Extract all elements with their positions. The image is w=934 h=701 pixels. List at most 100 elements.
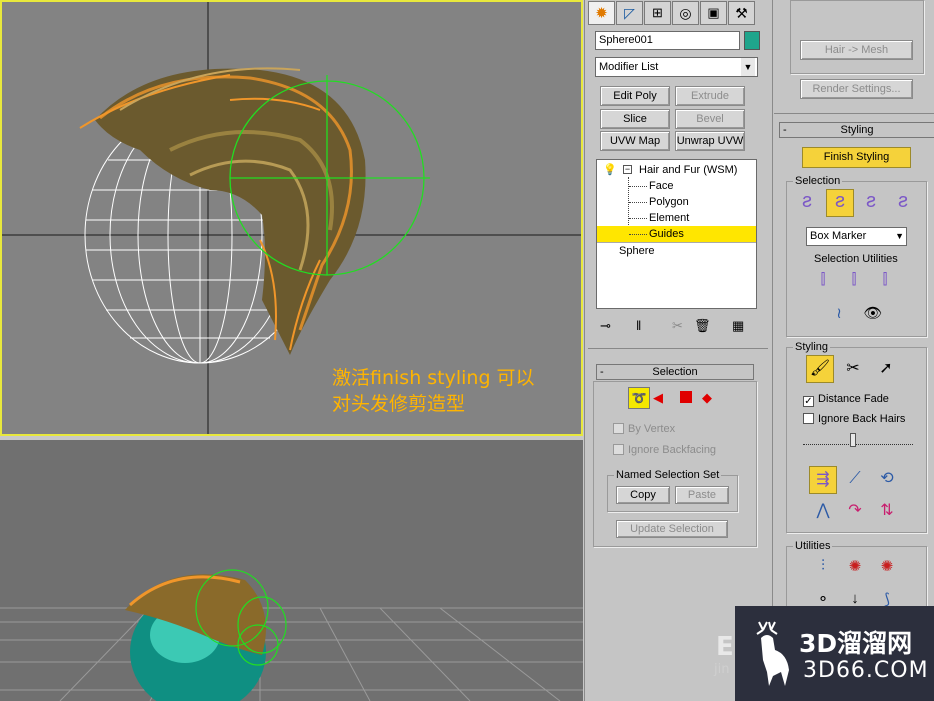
select-guide-vertices-icon[interactable]: ƨ — [857, 190, 885, 218]
hierarchy-tab[interactable]: ⊞ — [644, 1, 671, 25]
stack-subobject-label: Guides — [649, 228, 684, 240]
ignore-back-hairs-checkbox[interactable]: Ignore Back Hairs — [803, 412, 905, 426]
motion-tab[interactable]: ◎ — [672, 1, 699, 25]
update-selection-button[interactable]: Update Selection — [616, 520, 728, 538]
watermark-banner: 3D溜溜网 3D66.COM — [735, 606, 934, 701]
stack-subobject-label: Polygon — [649, 196, 689, 208]
extrude-button[interactable]: Extrude — [675, 86, 745, 106]
copy-button[interactable]: Copy — [616, 486, 670, 504]
render-settings-button[interactable]: Render Settings... — [800, 79, 913, 99]
command-panel: ✹ ◸ ⊞ ◎ ▣ ⚒ Sphere001 Modifier List ▼ Ed… — [584, 0, 772, 701]
chevron-down-icon: ▼ — [741, 58, 755, 76]
slice-button[interactable]: Slice — [600, 109, 670, 129]
edit-poly-button[interactable]: Edit Poly — [600, 86, 670, 106]
hair-mesh-group — [790, 0, 924, 74]
stack-subobject-element[interactable]: Element — [597, 210, 756, 226]
modifier-list-label: Modifier List — [599, 61, 659, 73]
select-by-end-icon[interactable]: ƨ — [793, 190, 821, 218]
unwrap-uvw-button[interactable]: Unwrap UVW — [675, 131, 745, 151]
hair-brush-icon[interactable]: 🖌 — [806, 355, 834, 383]
lightbulb-icon[interactable]: 💡 — [603, 162, 617, 178]
box-marker-label: Box Marker — [810, 230, 867, 242]
display-tab[interactable]: ▣ — [700, 1, 727, 25]
show-end-result-icon[interactable]: ‖ — [636, 318, 641, 333]
create-tab[interactable]: ✹ — [588, 1, 615, 25]
paste-button[interactable]: Paste — [675, 486, 729, 504]
styling-panel: Hair -> Mesh Render Settings... - Stylin… — [772, 0, 934, 701]
translate-hair-icon[interactable]: ⇶ — [809, 466, 837, 494]
styling-tools-label: Styling — [793, 341, 831, 353]
stack-subobject-face[interactable]: Face — [597, 178, 756, 194]
by-vertex-checkbox[interactable]: By Vertex — [613, 422, 675, 436]
pop-selected-icon[interactable]: ✺ — [841, 557, 869, 585]
create-icon: ✹ — [595, 5, 608, 22]
modify-icon: ◸ — [624, 4, 635, 21]
utilities-tab[interactable]: ⚒ — [728, 1, 755, 25]
stack-subobject-guides[interactable]: Guides — [597, 226, 756, 242]
guide-segment-select-icon[interactable]: ◀ — [653, 390, 663, 406]
guide-vertex-select-icon[interactable]: ➰ — [628, 387, 650, 409]
stack-subobject-label: Face — [649, 180, 674, 192]
guide-element-select-icon[interactable]: ◆ — [702, 390, 712, 406]
finish-styling-button[interactable]: Finish Styling — [802, 147, 911, 168]
stack-item-hair-and-fur[interactable]: 💡 − Hair and Fur (WSM) — [597, 162, 756, 178]
ignore-back-hairs-label: Ignore Back Hairs — [818, 413, 906, 425]
utilities-icon: ⚒ — [735, 4, 748, 21]
ignore-backfacing-checkbox[interactable]: Ignore Backfacing — [613, 443, 716, 457]
rotate-selection-icon[interactable]: ⫿ — [840, 271, 868, 299]
hide-selected-icon[interactable]: ≀ — [825, 304, 853, 332]
annotation-line-1: 激活finish styling 可以 — [332, 367, 535, 389]
pin-stack-icon[interactable]: ⊸ — [600, 318, 611, 334]
select-arrow-icon[interactable]: ➚ — [872, 356, 900, 384]
guide-polygon-select-icon[interactable] — [680, 391, 692, 403]
uvw-map-button[interactable]: UVW Map — [600, 131, 670, 151]
stack-subobject-polygon[interactable]: Polygon — [597, 194, 756, 210]
select-by-root-icon[interactable]: ƨ — [889, 190, 917, 218]
stack-subobject-label: Element — [649, 212, 690, 224]
distance-fade-checkbox[interactable]: ✓ Distance Fade — [803, 392, 889, 407]
watermark-domain: 3D66.COM — [803, 658, 929, 683]
remove-modifier-icon[interactable]: 🗑 — [694, 318, 711, 334]
brush-size-slider-track[interactable] — [803, 437, 913, 445]
modify-tab[interactable]: ◸ — [616, 1, 643, 25]
object-color-swatch[interactable] — [744, 31, 760, 50]
clump-hair-icon[interactable]: ⋀ — [809, 498, 837, 526]
puff-roots-icon[interactable]: ⟲ — [873, 466, 901, 494]
invert-selection-icon[interactable]: ⫿ — [809, 271, 837, 299]
front-viewport[interactable]: 激活finish styling 可以 对头发修剪造型 — [0, 0, 583, 436]
bevel-button[interactable]: Bevel — [675, 109, 745, 129]
chevron-down-icon: ▼ — [895, 231, 904, 241]
pop-zero-icon[interactable]: ✺ — [873, 557, 901, 585]
named-selection-set-label: Named Selection Set — [614, 469, 722, 481]
stack-modifier-label: Hair and Fur (WSM) — [639, 164, 738, 176]
stand-hair-icon[interactable]: ⟋ — [841, 466, 869, 494]
hair-cut-icon[interactable]: ✂ — [839, 356, 867, 384]
ignore-backfacing-label: Ignore Backfacing — [628, 444, 717, 456]
rotate-hair-icon[interactable]: ↷ — [841, 498, 869, 526]
hierarchy-icon: ⊞ — [652, 5, 663, 20]
box-marker-dropdown[interactable]: Box Marker ▼ — [806, 227, 907, 246]
select-whole-guide-icon[interactable]: ƨ — [826, 189, 854, 217]
perspective-viewport[interactable] — [0, 440, 583, 701]
configure-modifier-sets-icon[interactable]: ▦ — [732, 318, 744, 334]
make-unique-icon[interactable]: ✂ — [672, 318, 683, 334]
modifier-list-dropdown[interactable]: Modifier List ▼ — [595, 57, 758, 77]
hair-to-mesh-button[interactable]: Hair -> Mesh — [800, 40, 913, 60]
styling-rollout-title: Styling — [840, 124, 874, 136]
expand-selection-icon[interactable]: ⫿ — [871, 271, 899, 299]
collapse-icon[interactable]: − — [623, 165, 632, 174]
stack-base-label: Sphere — [619, 245, 655, 257]
show-hidden-eye-icon[interactable]: 👁 — [859, 304, 887, 332]
selection-rollout-header[interactable]: - Selection — [596, 364, 754, 380]
perspective-scene — [0, 569, 583, 701]
watermark-left-text: jin — [714, 662, 730, 677]
by-vertex-label: By Vertex — [628, 423, 676, 435]
attenuate-icon[interactable]: ⫶ — [809, 557, 837, 585]
utilities-label: Utilities — [793, 540, 833, 552]
object-name-field[interactable]: Sphere001 — [595, 31, 740, 50]
hair-mass — [79, 67, 366, 356]
styling-rollout-header[interactable]: - Styling — [779, 122, 934, 138]
scale-hair-icon[interactable]: ⇅ — [873, 498, 901, 526]
brush-size-slider-thumb[interactable] — [850, 433, 856, 447]
stack-item-sphere[interactable]: Sphere — [597, 242, 756, 258]
